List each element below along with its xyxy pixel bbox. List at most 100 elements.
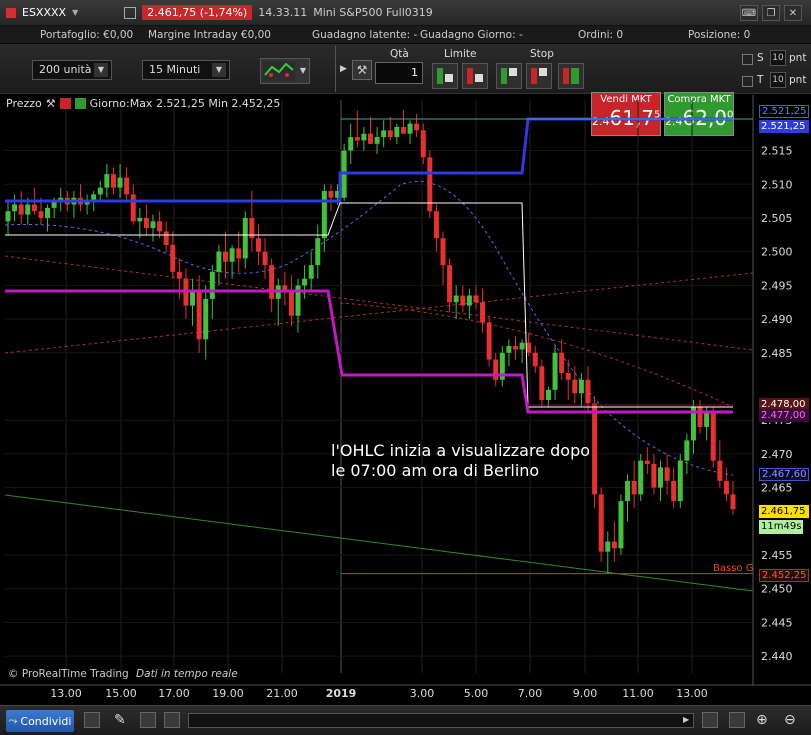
- stop-label: Stop: [530, 48, 554, 60]
- candle-body: [651, 464, 657, 488]
- limit-buy-button[interactable]: [432, 63, 458, 89]
- candle-body: [269, 265, 275, 299]
- y-tick-label: 2.455: [761, 549, 793, 562]
- unrealized-gain: Guadagno latente: -: [312, 28, 418, 41]
- qty-input[interactable]: 1: [375, 62, 423, 84]
- stop-sell-icon: [531, 68, 547, 84]
- s-points-input[interactable]: 10: [770, 50, 786, 66]
- candle-body: [25, 204, 31, 215]
- candle-body: [5, 211, 11, 222]
- indicators-icon[interactable]: [164, 712, 180, 728]
- zoom-in-icon[interactable]: ⊕: [756, 712, 768, 728]
- cursor-icon[interactable]: ✎: [114, 712, 126, 728]
- s-points-unit: pnt: [789, 52, 807, 64]
- timeframe-select-value: 15 Minuti: [149, 63, 201, 76]
- chart-svg[interactable]: 2.5152.5102.5052.5002.4952.4902.4852.475…: [0, 95, 811, 705]
- symbol-dropdown-icon[interactable]: ▼: [72, 8, 78, 17]
- chevron-down-icon: ▼: [212, 63, 226, 77]
- candle-body: [506, 346, 512, 353]
- t-checkbox[interactable]: [742, 76, 753, 87]
- indicator-icon: [263, 61, 295, 81]
- candle-body: [559, 352, 565, 374]
- price-chart[interactable]: 2.5152.5102.5052.5002.4952.4902.4852.475…: [0, 95, 811, 705]
- y-tick-label: 2.515: [761, 145, 793, 158]
- candle-body: [387, 130, 393, 138]
- x-tick-label: 9.00: [573, 687, 598, 700]
- restore-window-icon[interactable]: ❐: [762, 5, 780, 21]
- candle-body: [308, 265, 314, 279]
- candle-body: [110, 174, 116, 188]
- candles: [5, 110, 736, 574]
- limit-buy-icon: [437, 68, 453, 84]
- candle-body: [45, 207, 51, 218]
- chart-type-icon[interactable]: [702, 712, 718, 728]
- blue-dash-curve: [4, 180, 734, 476]
- candle-body: [354, 137, 360, 141]
- chevron-down-icon: ▼: [94, 63, 108, 77]
- zoom-out-icon[interactable]: ⊖: [784, 712, 796, 728]
- candle-body: [12, 204, 18, 212]
- indicator-button[interactable]: ▼: [260, 58, 310, 84]
- keyboard-icon[interactable]: ⌨: [740, 5, 758, 21]
- candle-body: [585, 379, 591, 404]
- candle-body: [480, 302, 486, 323]
- candle-body: [157, 221, 163, 232]
- candle-body: [288, 292, 294, 316]
- x-tick-label: 3.00: [410, 687, 435, 700]
- s-checkbox[interactable]: [742, 54, 753, 65]
- stop-buy-button[interactable]: [496, 63, 522, 89]
- t-points-input[interactable]: 10: [770, 72, 786, 88]
- t-label: T: [757, 74, 764, 86]
- candle-body: [677, 460, 683, 502]
- candle-body: [400, 126, 406, 134]
- close-window-icon[interactable]: ✕: [784, 5, 802, 21]
- y-tick-label: 2.495: [761, 279, 793, 292]
- price-change-badge: 2.461,75 (-1,74%): [142, 5, 253, 20]
- limit-sell-button[interactable]: [462, 63, 488, 89]
- wrench-icon: ⚒: [356, 63, 368, 77]
- candle-body: [190, 292, 196, 306]
- candle-body: [631, 480, 637, 495]
- limit-label: Limite: [444, 48, 477, 60]
- stop-sell-button[interactable]: [526, 63, 552, 89]
- y-tick-label: 2.470: [761, 448, 793, 461]
- quantity-select-value: 200 unità: [39, 63, 92, 76]
- quantity-select[interactable]: 200 unità ▼: [32, 60, 112, 80]
- position-count[interactable]: Posizione: 0: [688, 29, 750, 41]
- close-position-button[interactable]: [558, 63, 584, 89]
- wrench-icon[interactable]: ⚒: [46, 97, 56, 110]
- candle-body: [644, 460, 650, 465]
- collapse-arrow-icon[interactable]: ▶: [340, 64, 347, 74]
- timeframe-select[interactable]: 15 Minuti ▼: [142, 60, 230, 80]
- candle-body: [407, 123, 413, 134]
- candle-body: [203, 298, 209, 340]
- symbol-name[interactable]: ESXXXX: [22, 6, 66, 19]
- chart-scrollbar[interactable]: [188, 713, 694, 728]
- pivot-level-label: 2.477,00: [759, 409, 809, 422]
- x-tick-label: 19.00: [212, 687, 244, 700]
- share-button[interactable]: ⤳ Condividi: [6, 710, 74, 732]
- orders-count[interactable]: Ordini: 0: [578, 29, 623, 41]
- sell-arrow-icon[interactable]: [59, 98, 71, 109]
- drawing-tools-icon[interactable]: [140, 712, 156, 728]
- overlay-lines: [5, 117, 753, 575]
- candle-body: [532, 352, 538, 367]
- candle-body: [262, 251, 268, 266]
- candle-body: [31, 204, 37, 212]
- wrench-button[interactable]: ⚒: [352, 60, 372, 80]
- annotation-line-1: l'OHLC inizia a visualizzare dopo: [331, 441, 591, 460]
- scroll-right-icon[interactable]: ▶: [683, 715, 689, 724]
- portfolio-value: Portafoglio: €0,00: [40, 28, 134, 41]
- candle-body: [38, 211, 44, 218]
- qty-label: Qtà: [390, 48, 409, 60]
- copy-icon[interactable]: [124, 6, 137, 19]
- trend-lines: [4, 180, 754, 592]
- y-tick-label: 2.500: [761, 246, 793, 259]
- buy-arrow-icon[interactable]: [74, 98, 86, 109]
- max-price-line: [5, 117, 733, 203]
- layout-icon[interactable]: [84, 712, 100, 728]
- settings-icon[interactable]: [729, 712, 745, 728]
- candle-body: [361, 133, 367, 141]
- x-tick-label: 11.00: [622, 687, 654, 700]
- y-tick-label: 2.450: [761, 583, 793, 596]
